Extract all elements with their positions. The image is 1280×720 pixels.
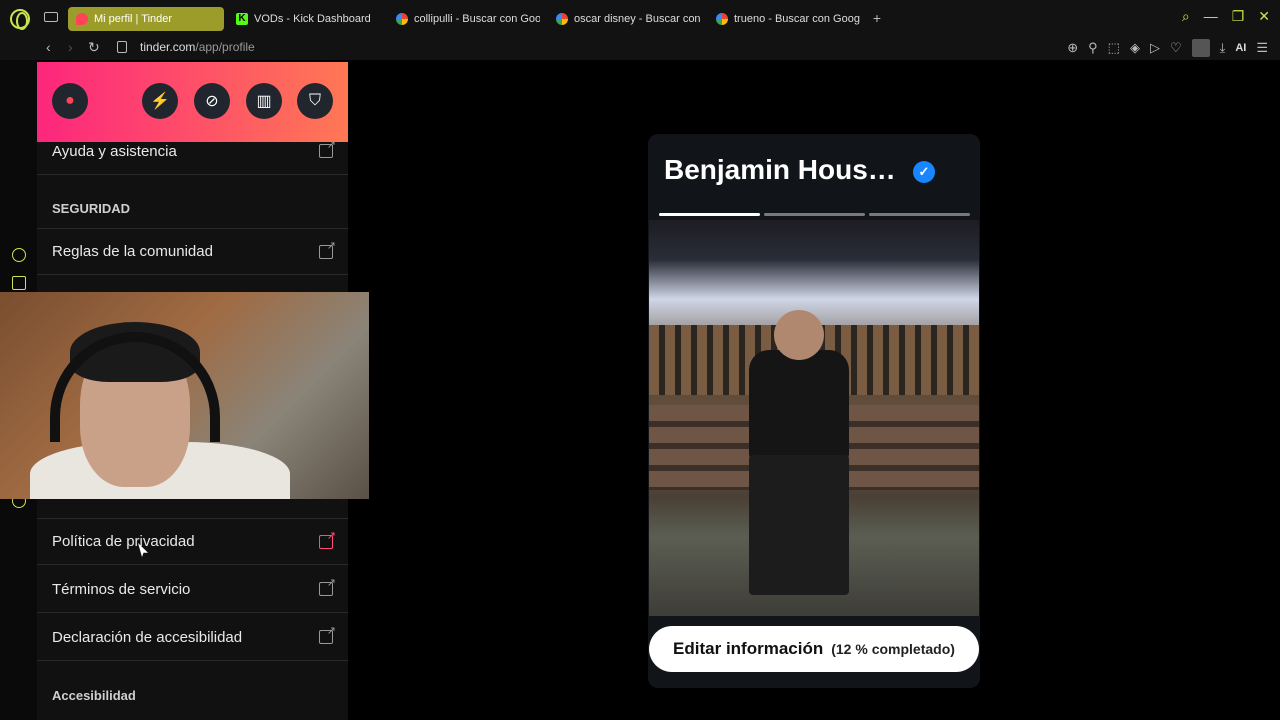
community-rules-row[interactable]: Reglas de la comunidad xyxy=(37,228,348,275)
tab-trueno[interactable]: trueno - Buscar con Googl xyxy=(708,7,860,31)
address-bar: ‹ › ↻ tinder.com/app/profile ⊕ ⚲ ⬚ ◈ ▷ ♡… xyxy=(0,36,1280,60)
back-icon[interactable]: ‹ xyxy=(46,39,51,55)
profile-photo[interactable] xyxy=(649,220,979,616)
community-rules-label: Reglas de la comunidad xyxy=(52,243,213,260)
zoom-icon[interactable]: ⊕ xyxy=(1067,40,1078,56)
photo-indicator[interactable] xyxy=(869,213,970,216)
avatar[interactable] xyxy=(1191,39,1210,57)
photo-progress xyxy=(659,213,970,216)
google-favicon-icon xyxy=(396,13,408,25)
heart-icon[interactable]: ♡ xyxy=(1170,40,1182,56)
extension-icon[interactable] xyxy=(12,276,26,290)
photo-person-head xyxy=(774,310,824,360)
help-label: Ayuda y asistencia xyxy=(52,142,177,160)
speed-dial-icon[interactable] xyxy=(12,248,26,262)
lock-icon xyxy=(117,41,127,53)
google-favicon-icon xyxy=(716,13,728,25)
toolbar: ⊕ ⚲ ⬚ ◈ ▷ ♡ ⤓ AI ☰ xyxy=(1067,39,1268,57)
safety-shield-icon[interactable]: ⛉ xyxy=(297,83,333,119)
tab-label: VODs - Kick Dashboard xyxy=(254,13,371,25)
photo-indicator[interactable] xyxy=(659,213,760,216)
edit-info-label: Editar información xyxy=(673,639,824,658)
forward-icon[interactable]: › xyxy=(68,39,73,55)
restore-icon[interactable]: ❐ xyxy=(1232,8,1245,25)
tab-oscar-disney[interactable]: oscar disney - Buscar con xyxy=(548,7,700,31)
passport-icon[interactable]: ▥ xyxy=(246,83,282,119)
accessibility-section-title: Accesibilidad xyxy=(52,688,136,703)
window-controls: ⌕ — ❐ ✕ xyxy=(1182,8,1270,25)
accessibility-statement-label: Declaración de accesibilidad xyxy=(52,628,243,646)
url-path: /app/profile xyxy=(195,40,255,54)
close-icon[interactable]: ✕ xyxy=(1258,8,1270,25)
url-field[interactable]: tinder.com/app/profile xyxy=(140,40,255,54)
external-link-icon xyxy=(319,138,336,158)
ai-button[interactable]: AI xyxy=(1235,42,1246,54)
explore-icon[interactable]: ⊘ xyxy=(194,83,230,119)
search-icon[interactable]: ⌕ xyxy=(1182,8,1190,25)
boost-icon[interactable]: ⚡ xyxy=(142,83,178,119)
pin-icon[interactable]: ⚲ xyxy=(1088,40,1098,56)
privacy-policy-row[interactable]: Política de privacidad xyxy=(37,518,348,565)
tab-label: Mi perfil | Tinder xyxy=(94,13,173,25)
photo-person xyxy=(749,350,849,460)
terms-row[interactable]: Términos de servicio xyxy=(37,566,348,613)
completion-label: (12 % completado) xyxy=(831,641,955,657)
url-host: tinder.com xyxy=(140,40,196,54)
download-icon[interactable]: ⤓ xyxy=(1220,40,1226,56)
tab-label: trueno - Buscar con Googl xyxy=(734,13,860,25)
menu-icon[interactable]: ☰ xyxy=(1256,40,1268,56)
external-link-icon xyxy=(319,529,336,549)
profile-name: Benjamin Hous… xyxy=(664,154,896,185)
security-section-title: SEGURIDAD xyxy=(52,201,131,216)
tinder-favicon-icon xyxy=(76,13,88,25)
external-link-icon xyxy=(319,624,336,644)
tab-menu-icon[interactable] xyxy=(44,12,58,22)
screen: Mi perfil | Tinder K VODs - Kick Dashboa… xyxy=(0,0,1280,720)
play-icon[interactable]: ▷ xyxy=(1150,40,1160,56)
new-tab-button[interactable]: + xyxy=(870,11,884,25)
tab-kick[interactable]: K VODs - Kick Dashboard xyxy=(228,7,386,31)
tab-label: collipulli - Buscar con Goo xyxy=(414,13,540,25)
edit-info-button[interactable]: Editar información (12 % completado) xyxy=(649,626,979,672)
help-row[interactable]: Ayuda y asistencia xyxy=(37,128,348,175)
tab-collipulli[interactable]: collipulli - Buscar con Goo xyxy=(388,7,540,31)
opera-logo-icon[interactable] xyxy=(10,9,30,30)
minimize-icon[interactable]: — xyxy=(1204,8,1218,25)
webcam-overlay xyxy=(0,292,369,499)
snapshot-icon[interactable]: ⬚ xyxy=(1108,40,1120,56)
flame-icon[interactable]: ● xyxy=(52,83,88,119)
profile-card: Benjamin Hous… ✓ Editar información (12 … xyxy=(648,134,980,688)
tab-bar: Mi perfil | Tinder K VODs - Kick Dashboa… xyxy=(0,0,1280,36)
accessibility-statement-row[interactable]: Declaración de accesibilidad xyxy=(37,614,348,661)
kick-favicon-icon: K xyxy=(236,13,248,25)
reload-icon[interactable]: ↻ xyxy=(88,39,100,56)
terms-label: Términos de servicio xyxy=(52,580,191,598)
shield-icon[interactable]: ◈ xyxy=(1130,40,1140,56)
verified-icon: ✓ xyxy=(913,161,935,183)
tab-label: oscar disney - Buscar con xyxy=(574,13,700,25)
photo-indicator[interactable] xyxy=(764,213,865,216)
google-favicon-icon xyxy=(556,13,568,25)
tab-tinder[interactable]: Mi perfil | Tinder xyxy=(68,7,224,31)
external-link-icon xyxy=(319,239,336,259)
photo-person-legs xyxy=(749,455,849,595)
privacy-policy-label: Política de privacidad xyxy=(52,533,195,550)
external-link-icon xyxy=(319,576,336,596)
